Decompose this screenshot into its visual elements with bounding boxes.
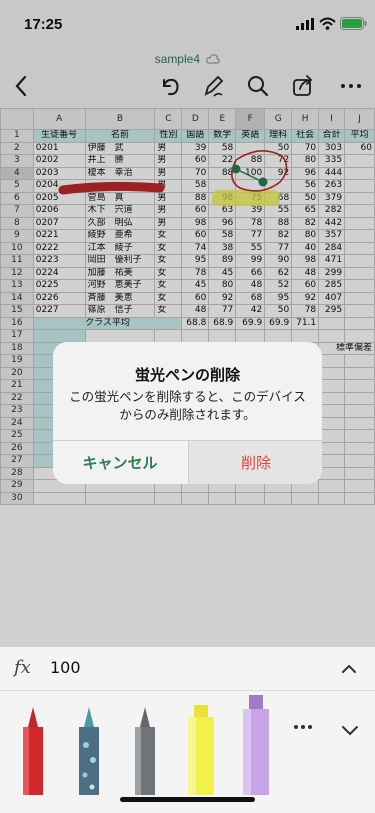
dialog-button-row: キャンセル 削除 bbox=[53, 440, 322, 484]
delete-button[interactable]: 削除 bbox=[188, 441, 322, 484]
dialog-message: この蛍光ペンを削除すると、このデバイスからのみ削除されます。 bbox=[69, 389, 306, 422]
dialog-title: 蛍光ペンの削除 bbox=[134, 366, 240, 384]
pen-tray bbox=[0, 690, 375, 813]
red-pen-icon[interactable] bbox=[18, 705, 48, 795]
delete-highlighter-dialog: 蛍光ペンの削除 この蛍光ペンを削除すると、このデバイスからのみ削除されます。 キ… bbox=[53, 342, 322, 484]
fx-icon[interactable]: fx bbox=[14, 657, 31, 678]
purple-highlighter-icon[interactable] bbox=[238, 693, 274, 795]
home-indicator bbox=[120, 797, 255, 802]
chevron-up-icon[interactable] bbox=[338, 659, 360, 679]
cancel-button[interactable]: キャンセル bbox=[53, 441, 187, 484]
formula-bar[interactable]: fx 100 bbox=[0, 646, 375, 691]
more-pens-icon[interactable] bbox=[292, 719, 314, 735]
gray-pen-icon[interactable] bbox=[130, 705, 160, 795]
chevron-down-icon[interactable] bbox=[338, 723, 362, 739]
formula-input[interactable]: 100 bbox=[50, 658, 81, 677]
yellow-highlighter-icon[interactable] bbox=[183, 703, 219, 795]
blue-pen-icon[interactable] bbox=[74, 705, 104, 795]
